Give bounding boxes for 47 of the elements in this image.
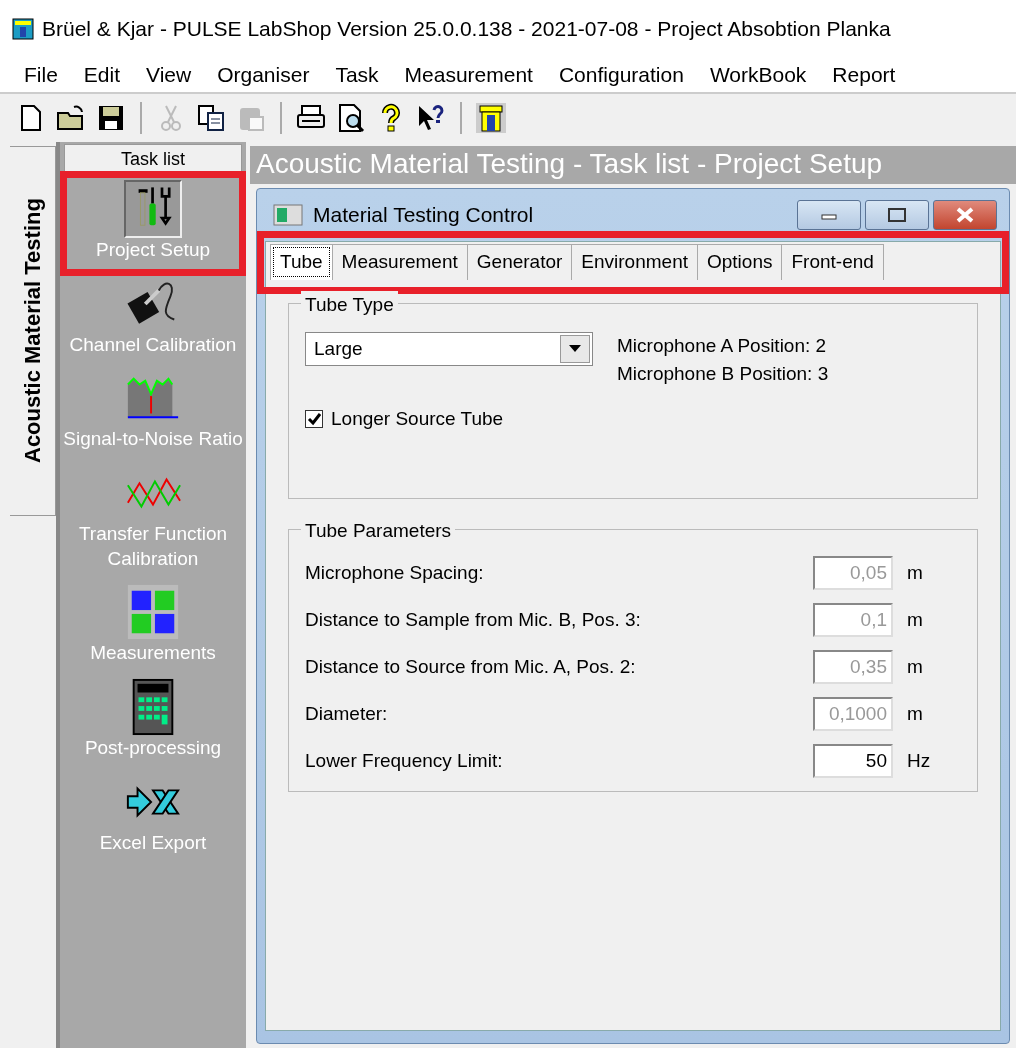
menu-item[interactable]: Edit [83,59,121,91]
checkbox[interactable] [305,409,323,428]
menu-item[interactable]: Measurement [404,59,533,91]
unit-label: m [906,701,924,726]
dialog-title: Material Testing Control [313,202,535,229]
position-text: Microphone B Position: 3 [617,362,829,386]
checkbox-label: Longer Source Tube [331,406,504,431]
field-label: Distance to Sample from Mic. B, Pos. 3: [305,607,642,632]
close-icon [956,207,974,223]
menu-item[interactable]: Report [832,59,896,91]
close-button[interactable] [933,200,997,230]
minimize-button[interactable] [797,200,861,230]
tab[interactable]: Tube [270,244,333,280]
view-title: Acoustic Material Testing - Task list - Project Setup [250,146,1016,184]
menu-item[interactable]: File [24,59,58,91]
field-label: Distance to Source from Mic. A, Pos. 2: [305,654,637,679]
unit-label: m [906,654,924,679]
menu-item[interactable]: Configuration [558,59,684,91]
folder-icon[interactable] [56,103,86,133]
copy-icon[interactable] [196,103,226,133]
check-icon [307,411,321,426]
menu-item[interactable]: View [146,59,192,91]
dropdown-value: Large [314,336,363,361]
print-preview-icon[interactable] [336,103,366,133]
pointer-help-icon[interactable] [416,103,446,133]
menu-item[interactable]: Task [335,59,379,91]
unit-label: m [906,607,924,632]
building-icon[interactable] [476,103,506,133]
window-title: Brüel & Kjar - PULSE LabShop Version 25.0.0.138 - 2021-07-08 - Project Absobtion Planka [42,16,891,43]
app-icon [12,18,34,40]
maximize-icon [888,208,906,222]
caret-icon [569,344,581,353]
maximize-button[interactable] [865,200,929,230]
field-label: Diameter: [305,701,389,726]
input-field[interactable]: 50 [813,744,893,778]
menu-item[interactable]: WorkBook [709,59,807,91]
window-icon [273,203,303,227]
unit-label: Hz [906,748,932,773]
unit-label: m [906,560,924,585]
tab[interactable]: Front-end [781,244,884,280]
field-label: Lower Frequency Limit: [305,748,504,773]
position-text: Microphone A Position: 2 [617,333,828,358]
dropdown[interactable]: Large [305,331,593,366]
panel-header: Task list [64,144,242,174]
menu-item[interactable]: Organiser [217,59,310,91]
field-label: Microphone Spacing: [305,560,485,585]
side-tab[interactable]: Acoustic Material Testing [10,146,56,516]
